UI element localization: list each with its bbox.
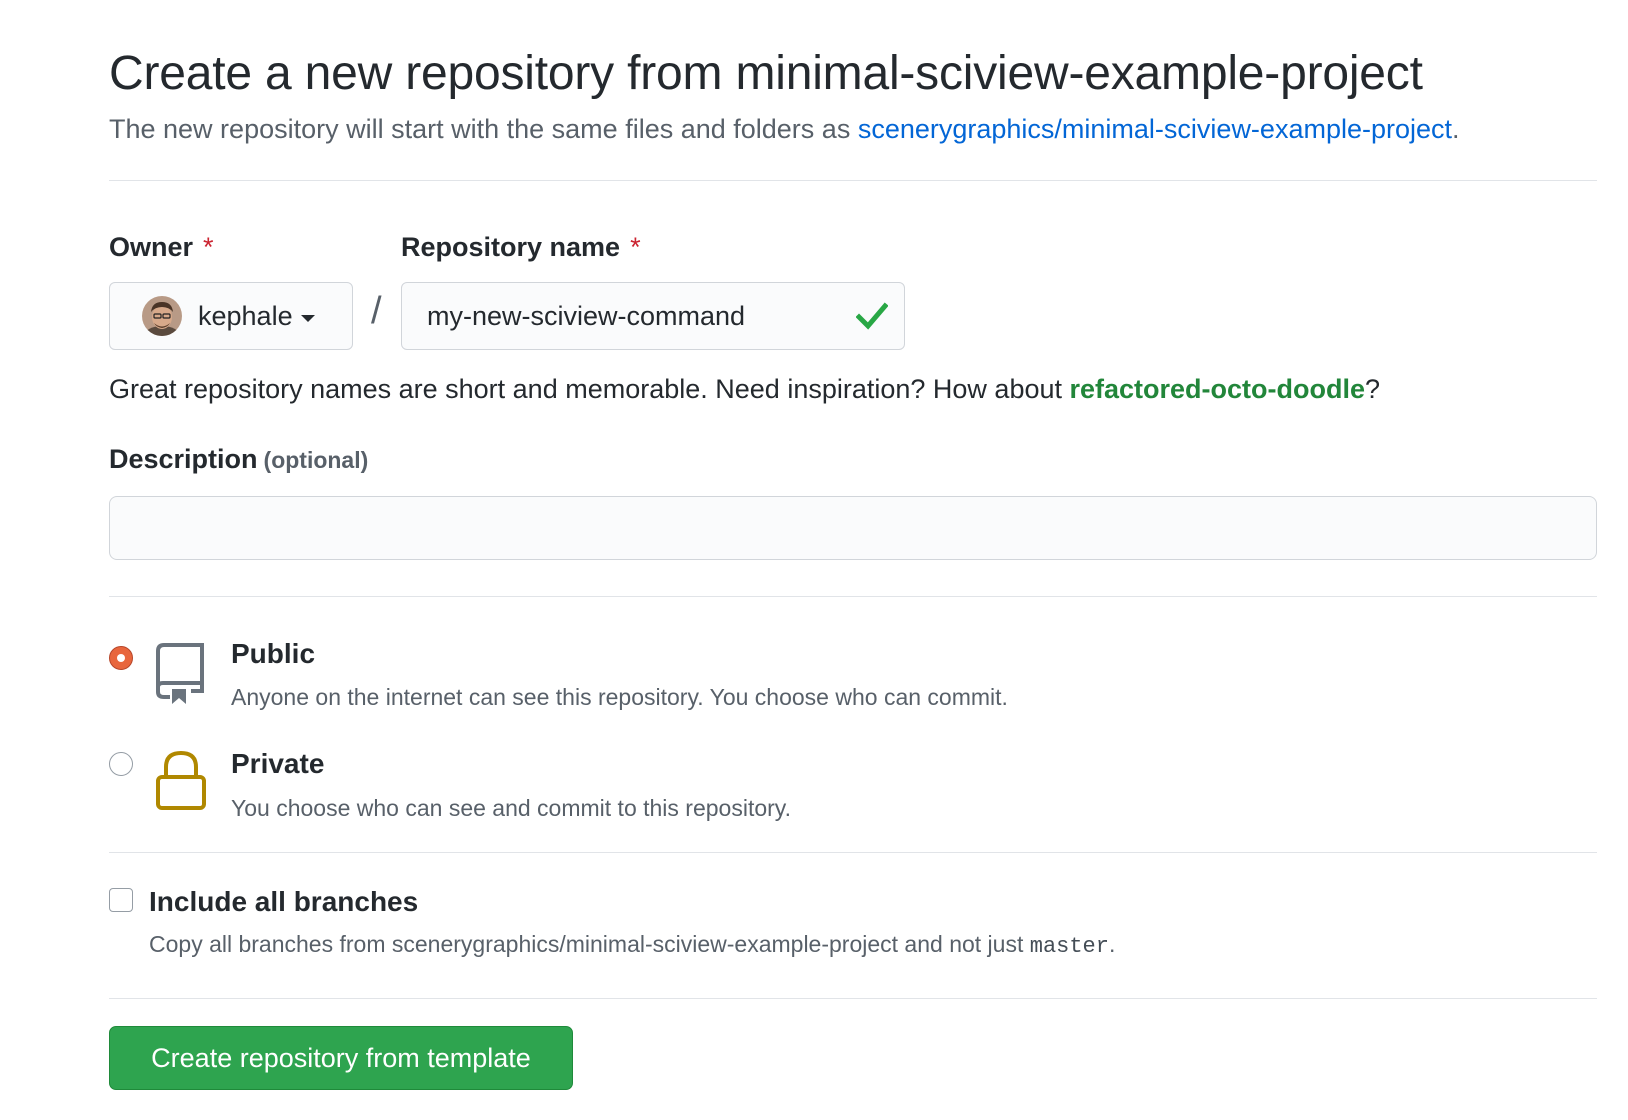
owner-repo-separator: / [371, 290, 382, 332]
branches-note-prefix: Copy all branches from scenerygraphics/m… [149, 931, 1030, 957]
public-option-title: Public [231, 638, 316, 669]
divider [109, 180, 1597, 181]
name-suggestion[interactable]: refactored-octo-doodle [1070, 374, 1366, 404]
divider [109, 998, 1597, 999]
repository-name-hint: Great repository names are short and mem… [109, 374, 1380, 405]
template-link[interactable]: scenerygraphics/minimal-sciview-example-… [858, 114, 1452, 144]
optional-note: (optional) [263, 447, 369, 473]
default-branch-name: master [1029, 934, 1109, 959]
public-radio[interactable] [109, 646, 133, 670]
subtitle-prefix: The new repository will start with the s… [109, 114, 858, 144]
private-option-title: Private [231, 748, 325, 779]
owner-name: kephale [198, 300, 293, 331]
include-all-branches-title: Include all branches [149, 886, 419, 917]
page-subtitle: The new repository will start with the s… [109, 114, 1460, 145]
description-label: Description (optional) [109, 444, 368, 475]
repository-name-input[interactable]: my-new-sciview-command [401, 282, 905, 350]
caret-down-icon [300, 314, 315, 322]
repository-name-label: Repository name * [401, 232, 641, 263]
private-radio[interactable] [109, 752, 133, 776]
public-option-note: Anyone on the internet can see this repo… [231, 684, 1008, 710]
avatar [142, 296, 182, 336]
owner-label-text: Owner [109, 232, 194, 262]
description-input[interactable] [109, 496, 1597, 560]
check-icon [855, 301, 889, 336]
lock-icon [155, 750, 207, 817]
divider [109, 596, 1597, 597]
description-label-text: Description [109, 444, 258, 474]
private-option-note: You choose who can see and commit to thi… [231, 795, 791, 821]
hint-suffix: ? [1365, 374, 1381, 404]
page-title: Create a new repository from minimal-sci… [109, 47, 1423, 100]
repo-icon [155, 642, 205, 709]
create-repository-button[interactable]: Create repository from template [109, 1026, 573, 1090]
owner-select-button[interactable]: kephale [109, 282, 353, 350]
subtitle-suffix: . [1452, 114, 1460, 144]
branches-note-suffix: . [1108, 931, 1116, 957]
owner-label: Owner * [109, 232, 214, 263]
owner-required-mark: * [203, 232, 214, 262]
divider [109, 852, 1597, 853]
include-all-branches-checkbox[interactable] [109, 888, 133, 912]
repository-name-value: my-new-sciview-command [427, 300, 746, 331]
hint-prefix: Great repository names are short and mem… [109, 374, 1070, 404]
repository-name-label-text: Repository name [401, 232, 621, 262]
repository-required-mark: * [630, 232, 641, 262]
include-all-branches-note: Copy all branches from scenerygraphics/m… [149, 931, 1115, 959]
